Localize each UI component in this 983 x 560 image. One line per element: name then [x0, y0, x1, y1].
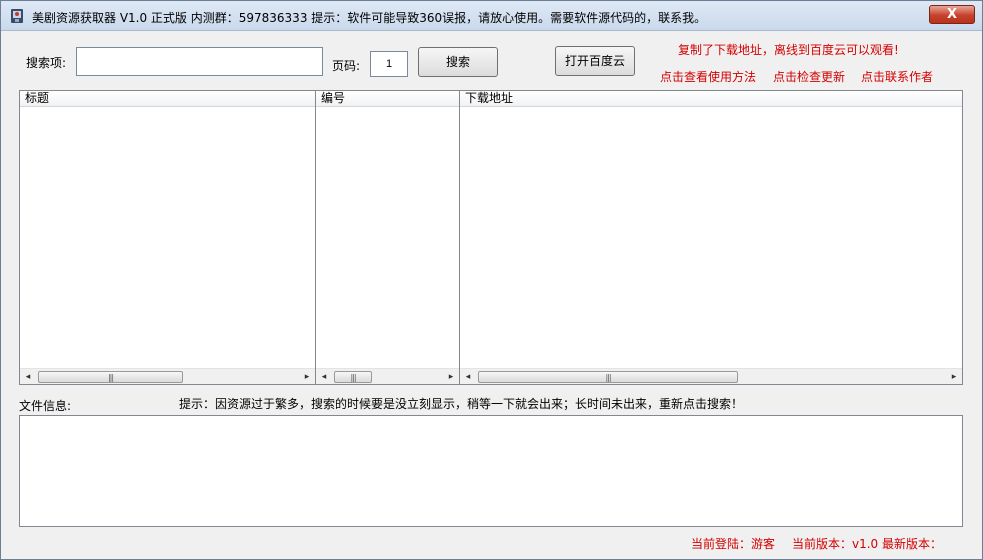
number-list-hscrollbar[interactable]: ◂ ||| ▸ [316, 368, 459, 384]
app-icon [11, 9, 23, 23]
open-baidu-cloud-button[interactable]: 打开百度云 [555, 46, 635, 76]
title-bar[interactable]: 美剧资源获取器 V1.0 正式版 内测群：597836333 提示：软件可能导致… [1, 1, 982, 31]
download-list-hscrollbar[interactable]: ◂ ||| ▸ [460, 368, 962, 384]
main-window: 美剧资源获取器 V1.0 正式版 内测群：597836333 提示：软件可能导致… [0, 0, 983, 560]
download-list[interactable]: 下载地址 ◂ ||| ▸ [459, 90, 963, 385]
file-info-textbox[interactable] [19, 415, 963, 527]
login-status: 当前登陆：游客 [691, 537, 776, 551]
window-title: 美剧资源获取器 V1.0 正式版 内测群：597836333 提示：软件可能导致… [32, 11, 707, 25]
file-info-label: 文件信息: [19, 399, 72, 413]
current-version: 当前版本：v1.0 [792, 537, 879, 551]
scroll-thumb[interactable]: ||| [334, 371, 372, 383]
latest-version: 最新版本： [882, 537, 943, 551]
close-icon: X [946, 7, 958, 22]
search-label: 搜索项: [26, 56, 67, 70]
scroll-right-icon[interactable]: ▸ [302, 372, 312, 382]
scroll-thumb[interactable]: ||| [478, 371, 738, 383]
scroll-thumb[interactable]: ||| [38, 371, 183, 383]
scroll-left-icon[interactable]: ◂ [319, 372, 329, 382]
scroll-right-icon[interactable]: ▸ [949, 372, 959, 382]
title-list-hscrollbar[interactable]: ◂ ||| ▸ [20, 368, 315, 384]
scroll-right-icon[interactable]: ▸ [446, 372, 456, 382]
column-header-number[interactable]: 编号 [316, 91, 459, 107]
grip-icon: ||| [350, 373, 356, 382]
page-label: 页码: [332, 59, 361, 73]
title-list[interactable]: 标题 ◂ ||| ▸ [19, 90, 316, 385]
grip-icon: ||| [107, 373, 114, 382]
contact-author-link[interactable]: 点击联系作者 [861, 68, 933, 85]
scroll-left-icon[interactable]: ◂ [23, 372, 33, 382]
scroll-left-icon[interactable]: ◂ [463, 372, 473, 382]
search-button[interactable]: 搜索 [418, 47, 498, 77]
view-usage-link[interactable]: 点击查看使用方法 [660, 68, 756, 85]
page-number-input[interactable] [370, 51, 408, 77]
copy-download-hint: 复制了下载地址，离线到百度云可以观看! [678, 43, 899, 57]
search-delay-hint: 提示：因资源过于繁多，搜索的时候要是没立刻显示，稍等一下就会出来；长时间未出来，… [179, 397, 744, 411]
number-list[interactable]: 编号 ◂ ||| ▸ [315, 90, 460, 385]
close-button[interactable]: X [929, 5, 975, 24]
grip-icon: ||| [605, 373, 611, 382]
column-header-title[interactable]: 标题 [20, 91, 315, 107]
column-header-download[interactable]: 下载地址 [460, 91, 962, 107]
search-input[interactable] [76, 47, 323, 76]
check-update-link[interactable]: 点击检查更新 [773, 68, 845, 85]
